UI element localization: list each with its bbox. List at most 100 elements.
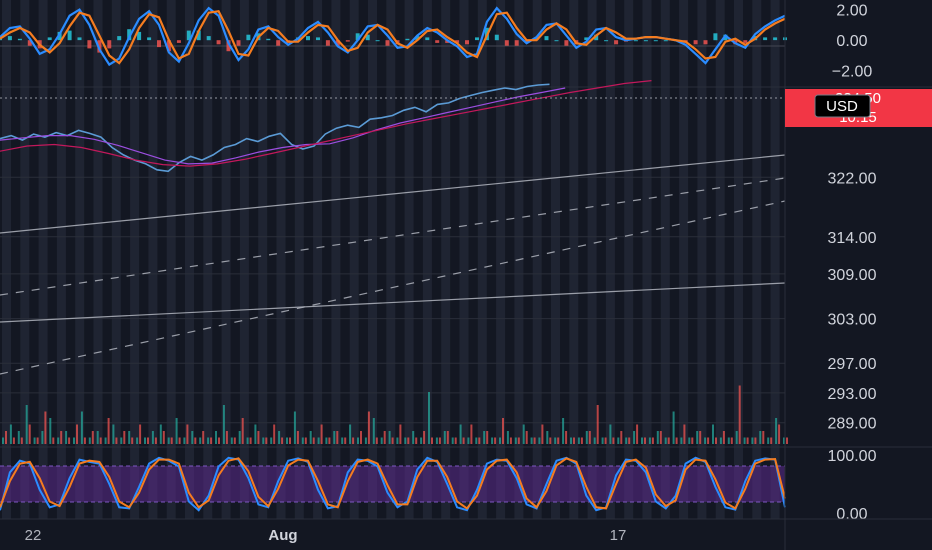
- volume-bar: [99, 437, 102, 444]
- volume-bar: [186, 424, 189, 444]
- volume-bar: [380, 437, 383, 444]
- volume-bar: [238, 431, 241, 444]
- volume-bar: [491, 437, 494, 444]
- volume-bar: [210, 437, 213, 444]
- volume-bar: [554, 437, 557, 444]
- volume-bar: [704, 437, 707, 444]
- macd-histogram-bar: [385, 40, 390, 46]
- volume-bar: [609, 424, 612, 444]
- session-bands: [2, 0, 780, 519]
- chart-canvas[interactable]: 322.00 314.00 309.00 303.00 297.00 293.00 289.…: [0, 0, 932, 550]
- volume-bar: [115, 437, 118, 444]
- macd-histogram-bar: [494, 34, 499, 41]
- volume-bar: [549, 437, 552, 444]
- volume-bar: [648, 437, 651, 444]
- price-tick-label: 303.00: [828, 312, 877, 329]
- macd-histogram-bar: [643, 40, 648, 42]
- volume-bar: [215, 431, 217, 444]
- volume-bar: [96, 431, 99, 444]
- volume-bar: [391, 437, 394, 444]
- volume-bar: [83, 437, 86, 444]
- macd-histogram-bar: [504, 40, 509, 46]
- volume-bar: [218, 437, 220, 444]
- volume-bar: [541, 424, 544, 444]
- volume-bar: [41, 431, 44, 444]
- volume-bar: [241, 418, 244, 444]
- macd-tick-label: −2.00: [832, 64, 873, 81]
- volume-bar: [517, 437, 520, 444]
- volume-bar: [159, 424, 162, 444]
- volume-bar: [194, 437, 197, 444]
- currency-label: USD: [826, 98, 858, 115]
- volume-bar: [538, 437, 541, 444]
- volume-bar: [281, 437, 284, 444]
- volume-bar: [249, 437, 252, 444]
- volume-bar: [570, 437, 572, 444]
- volume-bar: [767, 437, 770, 444]
- volume-bar: [415, 437, 418, 444]
- volume-bar: [588, 431, 591, 444]
- volume-bar: [683, 424, 686, 444]
- volume-bar: [738, 385, 741, 444]
- macd-histogram-bar: [176, 40, 181, 43]
- volume-bar: [593, 437, 596, 444]
- macd-histogram-bar: [47, 37, 52, 41]
- volume-bar: [360, 431, 362, 444]
- volume-bar: [580, 437, 583, 444]
- macd-histogram-bar: [157, 40, 161, 48]
- macd-histogram-bar: [117, 36, 122, 41]
- volume-bar: [499, 437, 501, 444]
- volume-bar: [349, 424, 352, 444]
- volume-bar: [68, 437, 71, 444]
- volume-bar: [667, 437, 670, 444]
- price-tick-label: 297.00: [828, 356, 877, 373]
- macd-histogram-bar: [475, 37, 479, 41]
- volume-bar: [475, 437, 478, 444]
- volume-bar: [296, 431, 299, 444]
- macd-tick-label: 2.00: [836, 3, 867, 20]
- volume-bar: [625, 437, 628, 444]
- volume-bar: [175, 418, 178, 444]
- macd-histogram-bar: [67, 30, 72, 41]
- currency-badge[interactable]: USD: [814, 94, 871, 118]
- price-tick-label: 293.00: [828, 386, 877, 403]
- macd-tick-label: 0.00: [836, 33, 867, 50]
- volume-bar: [44, 411, 47, 444]
- macd-histogram-bar: [693, 40, 698, 45]
- volume-bar: [431, 437, 433, 444]
- stochastic-tick-label: 100.00: [828, 448, 877, 465]
- volume-bar: [470, 424, 473, 444]
- volume-bar: [407, 437, 410, 444]
- volume-bar: [680, 437, 683, 444]
- volume-bar: [786, 437, 788, 444]
- volume-bar: [49, 418, 52, 444]
- volume-bar: [352, 437, 355, 444]
- volume-bar: [562, 418, 565, 444]
- volume-bar: [80, 411, 83, 444]
- volume-bar: [28, 424, 31, 444]
- volume-bar: [364, 437, 367, 444]
- volume-bar: [778, 424, 781, 444]
- volume-bar: [167, 437, 170, 444]
- volume-bar: [451, 437, 454, 444]
- macd-histogram-bar: [316, 37, 320, 41]
- volume-bar: [423, 431, 426, 444]
- chart-container[interactable]: 322.00 314.00 309.00 303.00 297.00 293.00 289.…: [0, 0, 932, 550]
- volume-bar: [514, 437, 517, 444]
- macd-histogram-bar: [87, 40, 92, 49]
- volume-bar: [88, 437, 91, 444]
- volume-bar: [136, 437, 139, 444]
- volume-bar: [5, 431, 7, 444]
- volume-bar: [399, 424, 402, 444]
- volume-bar: [73, 437, 75, 444]
- volume-bar: [144, 437, 146, 444]
- volume-bar: [486, 431, 489, 444]
- volume-bar: [530, 437, 533, 444]
- volume-bar: [483, 431, 486, 444]
- volume-bar: [262, 437, 265, 444]
- volume-bar: [230, 437, 233, 444]
- volume-bar: [325, 437, 328, 444]
- volume-bar: [286, 437, 288, 444]
- volume-bar: [696, 431, 699, 444]
- macd-histogram-bar: [216, 40, 221, 45]
